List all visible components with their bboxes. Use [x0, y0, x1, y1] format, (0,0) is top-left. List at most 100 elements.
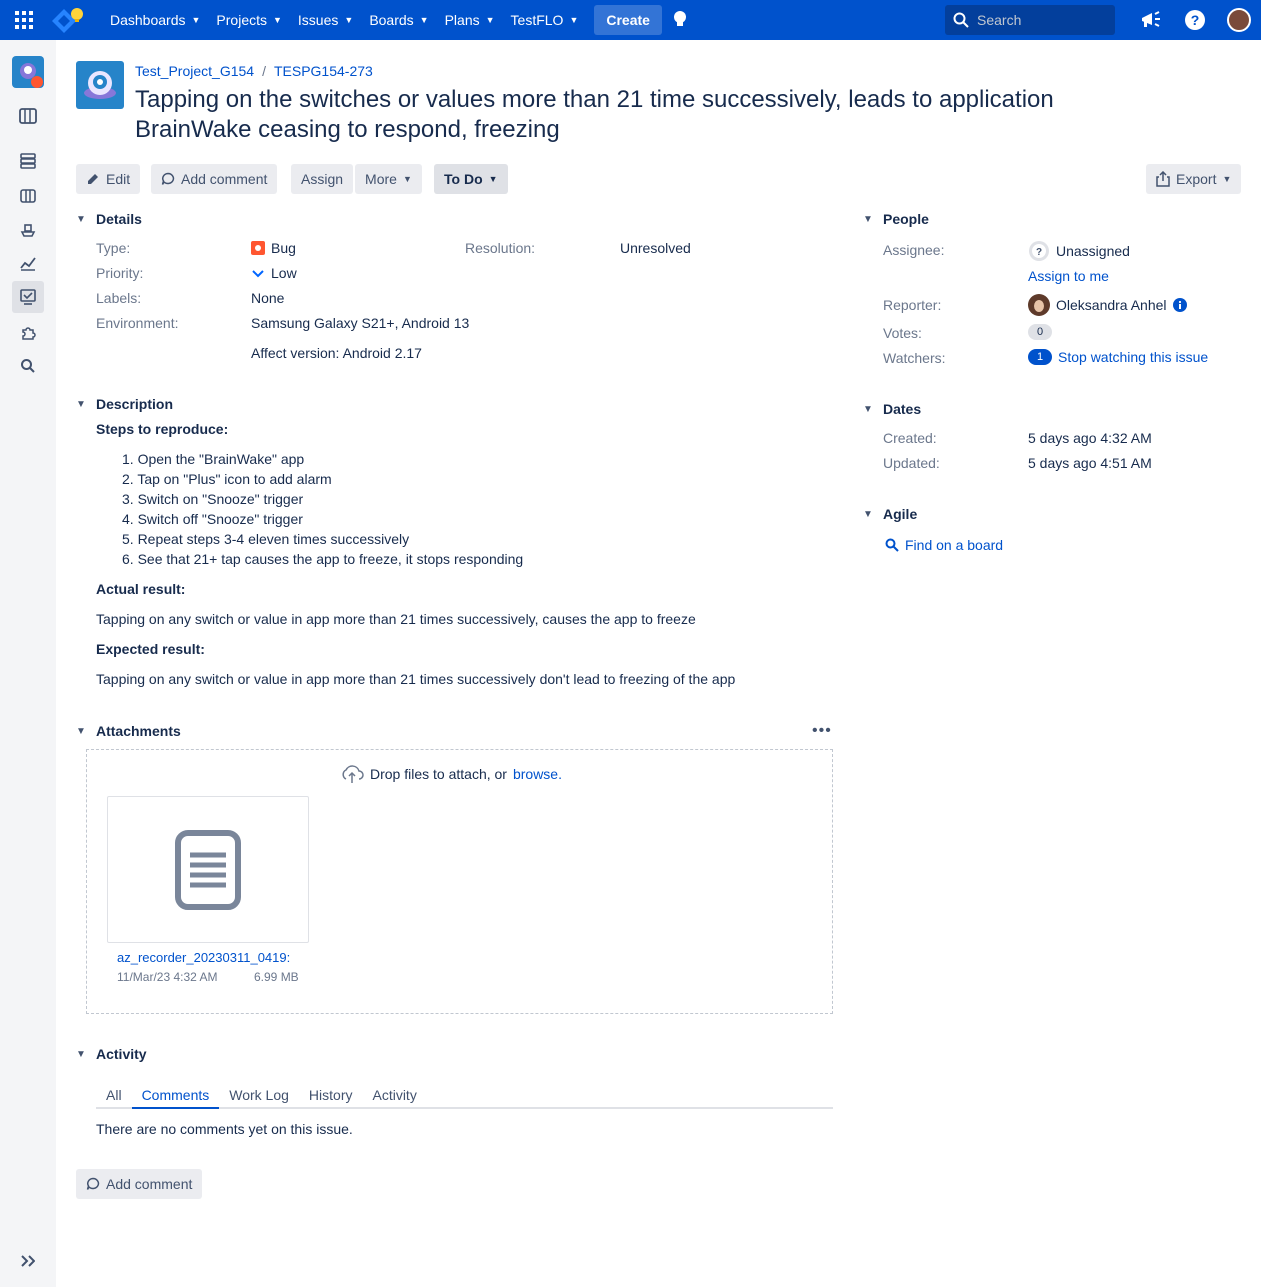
expand-sidebar-icon[interactable]: [12, 1245, 44, 1277]
megaphone-icon[interactable]: [1129, 0, 1173, 40]
add-comment-bottom-button[interactable]: Add comment: [76, 1169, 203, 1199]
add-comment-label: Add comment: [181, 171, 268, 187]
details-toggle[interactable]: ▼ Details: [76, 211, 142, 227]
updated-value: 5 days ago 4:51 AM: [1028, 455, 1152, 471]
attachment-filename[interactable]: az_recorder_20230311_0419:: [117, 950, 295, 965]
created-label: Created:: [883, 430, 937, 446]
expected-title-wrap: Expected result:: [96, 639, 205, 659]
steps-title: Steps to reproduce:: [96, 421, 229, 437]
list-item: 3. Switch on "Snooze" trigger: [122, 491, 304, 507]
people-toggle[interactable]: ▼ People: [863, 211, 929, 227]
browse-link[interactable]: browse.: [513, 766, 562, 782]
activity-toggle[interactable]: ▼ Activity: [76, 1046, 147, 1062]
dates-toggle[interactable]: ▼ Dates: [863, 401, 921, 417]
watchers-badge: 1: [1028, 349, 1052, 365]
nav-boards[interactable]: Boards ▼: [361, 0, 436, 40]
assign-button[interactable]: Assign: [291, 164, 354, 194]
priority-label: Priority:: [96, 265, 144, 281]
nav-testflo[interactable]: TestFLO ▼: [503, 0, 587, 40]
lightbulb-icon[interactable]: [662, 0, 698, 40]
watchers-value[interactable]: 1 Stop watching this issue: [1028, 349, 1208, 365]
app-switcher-icon[interactable]: [0, 0, 48, 40]
search-input[interactable]: [977, 12, 1097, 28]
agile-heading: Agile: [883, 506, 918, 522]
nav-plans[interactable]: Plans ▼: [437, 0, 503, 40]
steps-list: 1. Open the "BrainWake" app 2. Tap on "P…: [122, 449, 523, 569]
tab-work-log[interactable]: Work Log: [219, 1083, 299, 1107]
resolution-value: Unresolved: [620, 240, 691, 256]
search-field[interactable]: [945, 5, 1115, 35]
votes-value[interactable]: 0: [1028, 324, 1052, 340]
attachments-heading: Attachments: [96, 723, 181, 739]
issues-icon[interactable]: [12, 281, 44, 313]
help-icon[interactable]: ?: [1173, 0, 1217, 40]
export-button[interactable]: Export ▼: [1146, 164, 1242, 194]
chevron-down-icon: ▼: [419, 15, 429, 25]
stop-watching-link[interactable]: Stop watching this issue: [1058, 349, 1208, 365]
reports-icon[interactable]: [12, 247, 44, 279]
expected-text: Tapping on any switch or value in app mo…: [96, 671, 736, 687]
user-avatar[interactable]: [1217, 0, 1261, 40]
comment-icon: [161, 172, 175, 185]
list-item: 1. Open the "BrainWake" app: [122, 451, 305, 467]
nav-dashboards[interactable]: Dashboards ▼: [102, 0, 208, 40]
assign-to-me-link[interactable]: Assign to me: [1028, 268, 1109, 284]
tab-comments[interactable]: Comments: [131, 1083, 220, 1109]
tab-all[interactable]: All: [96, 1083, 132, 1107]
project-avatar[interactable]: [76, 61, 124, 109]
status-button[interactable]: To Do ▼: [434, 164, 508, 194]
list-item: 2. Tap on "Plus" icon to add alarm: [122, 471, 332, 487]
list-icon[interactable]: [12, 145, 44, 177]
nav-projects[interactable]: Projects ▼: [208, 0, 290, 40]
assignee-value: ? Unassigned: [1028, 240, 1130, 262]
info-icon[interactable]: [1172, 298, 1187, 312]
pencil-icon: [88, 174, 98, 184]
affect-version: Affect version: Android 2.17: [251, 345, 422, 361]
chevron-down-icon: ▼: [402, 174, 412, 184]
board-icon[interactable]: [12, 180, 44, 212]
description-heading: Description: [96, 396, 174, 412]
backlog-icon[interactable]: [12, 100, 44, 132]
chevron-down-icon: ▼: [863, 508, 873, 520]
breadcrumb-issue-link[interactable]: TESPG154-273: [274, 63, 373, 79]
chevron-down-icon: ▼: [273, 15, 282, 25]
project-avatar-icon[interactable]: [12, 56, 44, 88]
breadcrumb-project-link[interactable]: Test_Project_G154: [135, 63, 254, 79]
tab-activity[interactable]: Activity: [362, 1083, 426, 1107]
attachment-thumbnail[interactable]: [107, 796, 309, 943]
agile-toggle[interactable]: ▼ Agile: [863, 506, 917, 522]
issue-title[interactable]: Tapping on the switches or values more t…: [135, 85, 1095, 145]
releases-icon[interactable]: [12, 214, 44, 246]
more-button[interactable]: More ▼: [355, 164, 422, 194]
description-content[interactable]: Steps to reproduce:: [96, 419, 228, 439]
edit-button[interactable]: Edit: [76, 164, 141, 194]
search-icon[interactable]: [12, 350, 44, 382]
add-comment-button[interactable]: Add comment: [151, 164, 278, 194]
project-sidebar: [0, 40, 56, 1287]
profile-avatar-icon: [1227, 8, 1251, 32]
chevron-down-icon: ▼: [76, 1048, 86, 1060]
attachments-options-icon[interactable]: •••: [812, 722, 832, 740]
activity-tabs: All Comments Work Log History Activity: [96, 1083, 833, 1109]
status-label: To Do: [444, 171, 483, 187]
more-label: More: [365, 171, 397, 187]
attachments-toggle[interactable]: ▼ Attachments: [76, 723, 181, 739]
drop-text: Drop files to attach, or: [370, 766, 507, 782]
search-icon: [885, 538, 899, 552]
activity-heading: Activity: [96, 1046, 147, 1062]
addons-puzzle-icon[interactable]: [12, 317, 44, 349]
attachment-date: 11/Mar/23 4:32 AM: [117, 970, 218, 984]
edit-label: Edit: [106, 171, 131, 187]
create-button[interactable]: Create: [594, 5, 662, 35]
description-toggle[interactable]: ▼ Description: [76, 396, 173, 412]
find-on-board-link[interactable]: Find on a board: [885, 537, 1003, 553]
drop-hint: Drop files to attach, or browse.: [340, 764, 562, 784]
unassigned-avatar-icon: ?: [1029, 241, 1049, 261]
svg-text:?: ?: [1191, 12, 1200, 28]
reporter-value[interactable]: Oleksandra Anhel: [1028, 294, 1187, 316]
nav-issues[interactable]: Issues ▼: [290, 0, 361, 40]
tab-history[interactable]: History: [299, 1083, 363, 1107]
jira-logo-icon[interactable]: [48, 0, 88, 40]
chevron-down-icon: ▼: [488, 174, 498, 184]
issue-toolbar: Edit: [76, 164, 141, 194]
